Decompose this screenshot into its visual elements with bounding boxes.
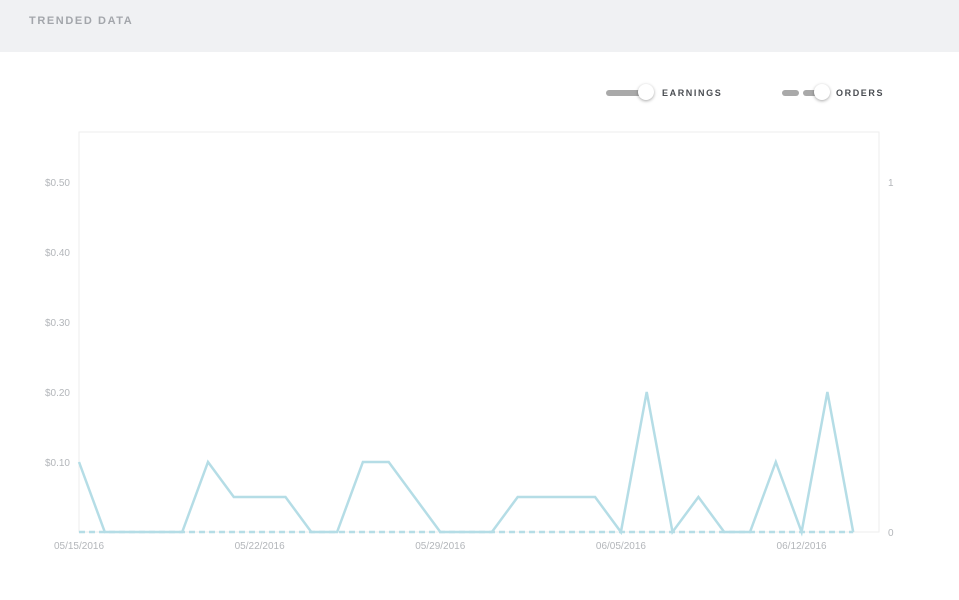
x-tick-label: 05/15/2016: [54, 541, 104, 552]
y-left-tick-label: $0.30: [45, 318, 70, 329]
x-tick-label: 05/22/2016: [235, 541, 285, 552]
x-tick-label: 06/12/2016: [777, 541, 827, 552]
x-tick-label: 06/05/2016: [596, 541, 646, 552]
y-left-tick-label: $0.40: [45, 248, 70, 259]
plot-frame: [78, 131, 880, 533]
y-left-tick-label: $0.10: [45, 458, 70, 469]
y-right-tick-label: 1: [888, 178, 894, 189]
x-tick-label: 05/29/2016: [415, 541, 465, 552]
y-right-tick-label: 0: [888, 528, 894, 539]
trended-line-chart: $0.10 $0.20 $0.30 $0.40 $0.50 0 1 05/15/2016 05/…: [45, 131, 894, 552]
earnings-series-line: [77, 391, 855, 537]
y-left-tick-label: $0.20: [45, 388, 70, 399]
y-left-tick-label: $0.50: [45, 178, 70, 189]
